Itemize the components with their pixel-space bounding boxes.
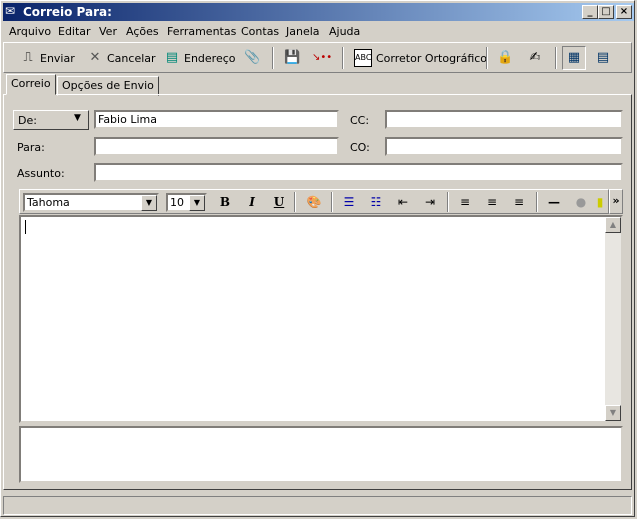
send-button[interactable]: ⎍ Enviar bbox=[20, 48, 75, 68]
toolbar-overflow-button[interactable]: » bbox=[609, 189, 623, 214]
subject-field[interactable] bbox=[94, 163, 623, 182]
chevron-down-icon: ▼ bbox=[189, 195, 205, 211]
increase-indent-icon[interactable]: ⇥ bbox=[420, 193, 440, 211]
scroll-down-arrow[interactable]: ▼ bbox=[605, 405, 621, 421]
address-button[interactable]: ▤ Endereço bbox=[164, 48, 236, 68]
sign-button[interactable]: ✍ bbox=[527, 48, 543, 68]
cancel-label: Cancelar bbox=[107, 51, 156, 65]
attachments-area[interactable] bbox=[19, 426, 623, 483]
align-center-icon[interactable]: ≡ bbox=[482, 193, 502, 211]
message-body-editor[interactable]: ▲ ▼ bbox=[19, 215, 623, 423]
separator bbox=[272, 47, 274, 69]
separator bbox=[536, 192, 538, 212]
bold-button[interactable]: B bbox=[215, 193, 235, 211]
font-select[interactable]: Tahoma ▼ bbox=[23, 193, 159, 212]
to-label: Para: bbox=[17, 141, 45, 154]
bcc-label: CO: bbox=[350, 141, 370, 154]
send-icon: ⎍ bbox=[23, 50, 33, 65]
spell-check-button[interactable]: ABC Corretor Ortográfico bbox=[354, 48, 487, 68]
align-left-icon[interactable]: ≡ bbox=[455, 193, 475, 211]
menu-contas[interactable]: Contas bbox=[241, 25, 279, 38]
to-field[interactable] bbox=[94, 137, 339, 156]
italic-button[interactable]: I bbox=[242, 193, 262, 211]
main-toolbar: ⎍ Enviar ✕ Cancelar ▤ Endereço 📎 💾 ↘•• ABC C… bbox=[3, 42, 632, 73]
font-size-value: 10 bbox=[170, 196, 184, 209]
align-right-icon[interactable]: ≡ bbox=[509, 193, 529, 211]
close-button[interactable]: × bbox=[616, 5, 632, 19]
separator bbox=[555, 47, 557, 69]
cc-label: CC: bbox=[350, 114, 370, 127]
from-dropdown[interactable]: De: ▼ bbox=[13, 110, 89, 130]
chevron-down-icon: ▼ bbox=[74, 113, 81, 123]
horizontal-line-icon[interactable]: — bbox=[544, 193, 564, 211]
menu-ver[interactable]: Ver bbox=[99, 25, 117, 38]
floppy-disk-icon: 💾 bbox=[284, 50, 301, 65]
tab-opcoes-de-envio[interactable]: Opções de Envio bbox=[57, 76, 159, 96]
send-label: Enviar bbox=[40, 51, 75, 65]
scroll-up-arrow[interactable]: ▲ bbox=[605, 217, 621, 233]
separator bbox=[447, 192, 449, 212]
font-size-select[interactable]: 10 ▼ bbox=[166, 193, 207, 212]
vertical-scrollbar[interactable]: ▲ ▼ bbox=[605, 217, 621, 421]
menu-ferramentas[interactable]: Ferramentas bbox=[167, 25, 236, 38]
signature-icon: ✍ bbox=[529, 50, 541, 65]
paperclip-icon: 📎 bbox=[244, 50, 261, 65]
separator bbox=[342, 47, 344, 69]
menu-editar[interactable]: Editar bbox=[58, 25, 91, 38]
bcc-field[interactable] bbox=[385, 137, 623, 156]
address-book-icon: ▤ bbox=[165, 50, 179, 65]
from-field[interactable]: Fabio Lima bbox=[94, 110, 339, 129]
insert-image-icon[interactable]: ▮ bbox=[595, 193, 605, 211]
address-label: Endereço bbox=[184, 51, 236, 65]
separator bbox=[294, 192, 296, 212]
encrypt-button[interactable]: 🔒 bbox=[497, 48, 513, 68]
check-names-icon: ↘•• bbox=[312, 52, 333, 63]
window-title: Correio Para: bbox=[23, 5, 112, 19]
font-value: Tahoma bbox=[27, 196, 70, 209]
menu-ajuda[interactable]: Ajuda bbox=[329, 25, 360, 38]
numbered-list-icon[interactable]: ☰ bbox=[339, 193, 359, 211]
lock-icon: 🔒 bbox=[497, 50, 514, 65]
cancel-icon: ✕ bbox=[89, 50, 101, 65]
maximize-button[interactable]: □ bbox=[598, 5, 614, 19]
minimize-button[interactable]: _ bbox=[582, 5, 598, 19]
hyperlink-icon[interactable]: ● bbox=[571, 193, 591, 211]
attach-button[interactable]: 📎 bbox=[244, 48, 260, 68]
separator bbox=[486, 47, 488, 69]
underline-button[interactable]: U bbox=[269, 193, 289, 211]
menu-janela[interactable]: Janela bbox=[286, 25, 320, 38]
title-bar: ✉ Correio Para: _ □ × bbox=[3, 3, 634, 21]
mail-icon: ✉ bbox=[5, 4, 16, 18]
plain-text-view-button[interactable]: ▤ bbox=[595, 48, 611, 68]
plain-text-icon: ▤ bbox=[596, 50, 610, 65]
spell-label: Corretor Ortográfico bbox=[376, 51, 488, 65]
subject-label: Assunto: bbox=[17, 167, 65, 180]
text-cursor bbox=[25, 220, 26, 234]
format-toolbar: Tahoma ▼ 10 ▼ B I U 🎨 ☰ ☷ ⇤ ⇥ ≡ ≡ ≡ — ● … bbox=[19, 189, 609, 214]
decrease-indent-icon[interactable]: ⇤ bbox=[393, 193, 413, 211]
rich-text-view-button[interactable]: ▦ bbox=[562, 46, 586, 70]
menu-acoes[interactable]: Ações bbox=[126, 25, 159, 38]
tab-correio[interactable]: Correio bbox=[6, 74, 56, 95]
separator bbox=[331, 192, 333, 212]
cc-field[interactable] bbox=[385, 110, 623, 129]
font-color-icon[interactable]: 🎨 bbox=[304, 193, 324, 211]
bulleted-list-icon[interactable]: ☷ bbox=[366, 193, 386, 211]
spell-check-icon: ABC bbox=[354, 49, 372, 67]
save-button[interactable]: 💾 bbox=[284, 48, 300, 68]
status-bar bbox=[3, 496, 632, 515]
check-names-button[interactable]: ↘•• bbox=[312, 48, 333, 68]
chevron-down-icon: ▼ bbox=[141, 195, 157, 211]
cancel-button[interactable]: ✕ Cancelar bbox=[87, 48, 156, 68]
from-label: De: bbox=[18, 114, 37, 127]
menu-arquivo[interactable]: Arquivo bbox=[9, 25, 51, 38]
rich-text-icon: ▦ bbox=[567, 50, 581, 65]
